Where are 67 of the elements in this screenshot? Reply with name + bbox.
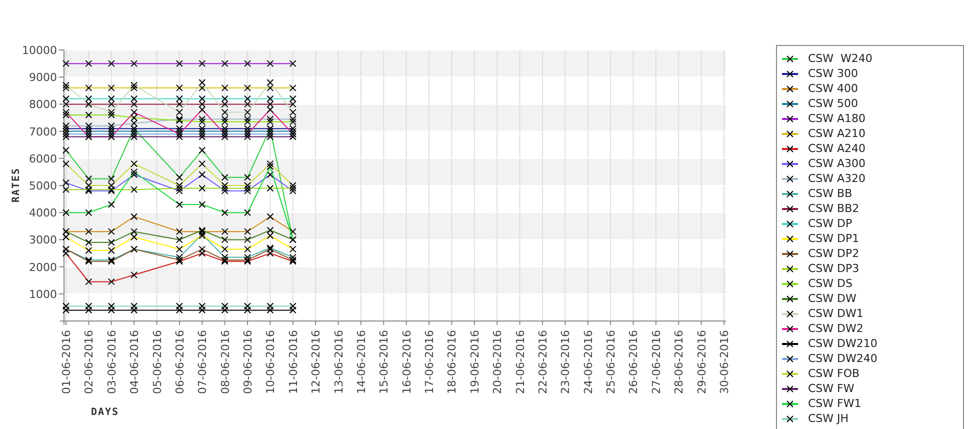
legend-label: CSW A240 xyxy=(808,142,866,155)
legend-label: CSW BB xyxy=(808,187,852,200)
x-tick-label: 29-06-2016 xyxy=(695,330,708,394)
y-tick-label: 1000 xyxy=(29,288,57,301)
legend-label: CSW A180 xyxy=(808,112,866,125)
legend-label: CSW DP3 xyxy=(808,262,860,275)
legend-label: CSW DW xyxy=(808,292,856,305)
legend-label: CSW DW2 xyxy=(808,322,864,335)
legend-label: CSW DP xyxy=(808,217,852,230)
x-axis-title: DAYS xyxy=(90,407,120,418)
legend-label: CSW 300 xyxy=(808,67,858,80)
x-tick-label: 06-06-2016 xyxy=(173,330,186,394)
x-tick-label: 20-06-2016 xyxy=(491,330,504,394)
x-tick-label: 10-06-2016 xyxy=(264,330,278,394)
legend-label: CSW DW240 xyxy=(808,352,878,365)
y-tick-label: 4000 xyxy=(29,206,57,220)
x-tick-label: 09-06-2016 xyxy=(242,330,255,394)
legend-label: CSW A210 xyxy=(808,127,866,140)
legend-label: CSW DW210 xyxy=(808,337,878,350)
legend-label: CSW FW xyxy=(808,382,854,395)
y-tick-label: 8000 xyxy=(29,98,57,112)
legend-label: CSW DW1 xyxy=(808,307,864,320)
x-tick-label: 12-06-2016 xyxy=(310,330,323,394)
legend-label: CSW BB2 xyxy=(808,202,860,215)
x-tick-label: 16-06-2016 xyxy=(400,330,414,394)
x-tick-label: 02-06-2016 xyxy=(82,330,96,394)
x-tick-label: 13-06-2016 xyxy=(332,330,346,394)
legend-label: CSW A320 xyxy=(808,172,866,185)
x-tick-label: 15-06-2016 xyxy=(378,330,391,394)
legend-label: CSW DS xyxy=(808,277,852,290)
x-tick-label: 26-06-2016 xyxy=(627,330,640,394)
x-tick-label: 24-06-2016 xyxy=(582,330,595,394)
x-tick-label: 22-06-2016 xyxy=(536,330,550,394)
x-tick-label: 27-06-2016 xyxy=(650,330,663,394)
x-tick-label: 25-06-2016 xyxy=(604,330,618,394)
legend-label: CSW DP1 xyxy=(808,232,860,245)
legend-label: CSW JH xyxy=(808,412,849,425)
legend-label: CSW 500 xyxy=(808,97,858,110)
y-tick-label: 3000 xyxy=(29,234,57,247)
legend-label: CSW FOB xyxy=(808,367,860,380)
y-tick-label: 10000 xyxy=(22,44,57,57)
x-tick-label: 14-06-2016 xyxy=(354,330,368,394)
x-tick-label: 01-06-2016 xyxy=(60,330,73,394)
x-tick-label: 19-06-2016 xyxy=(468,330,482,394)
y-tick-label: 6000 xyxy=(29,152,57,166)
x-tick-label: 30-06-2016 xyxy=(718,330,731,394)
x-tick-label: 21-06-2016 xyxy=(514,330,527,394)
legend-label: CSW 400 xyxy=(808,82,858,95)
y-axis-title: RATES xyxy=(11,167,22,203)
y-tick-label: 9000 xyxy=(29,71,57,84)
x-tick-label: 05-06-2016 xyxy=(150,330,164,394)
x-tick-label: 04-06-2016 xyxy=(128,330,142,394)
x-tick-label: 07-06-2016 xyxy=(196,330,210,394)
legend-label: CSW DP2 xyxy=(808,247,860,260)
legend-label: CSW A300 xyxy=(808,157,866,170)
x-tick-label: 17-06-2016 xyxy=(423,330,436,394)
y-tick-label: 2000 xyxy=(29,260,57,274)
x-tick-label: 11-06-2016 xyxy=(286,330,300,394)
x-tick-label: 08-06-2016 xyxy=(218,330,232,394)
y-tick-label: 7000 xyxy=(29,125,57,138)
legend-label: CSW FW1 xyxy=(808,397,862,410)
x-tick-label: 18-06-2016 xyxy=(446,330,459,394)
x-tick-label: 28-06-2016 xyxy=(672,330,686,394)
x-tick-label: 03-06-2016 xyxy=(105,330,118,394)
legend-label: CSW W240 xyxy=(808,52,872,65)
x-tick-label: 23-06-2016 xyxy=(559,330,572,394)
y-tick-label: 5000 xyxy=(29,180,57,192)
